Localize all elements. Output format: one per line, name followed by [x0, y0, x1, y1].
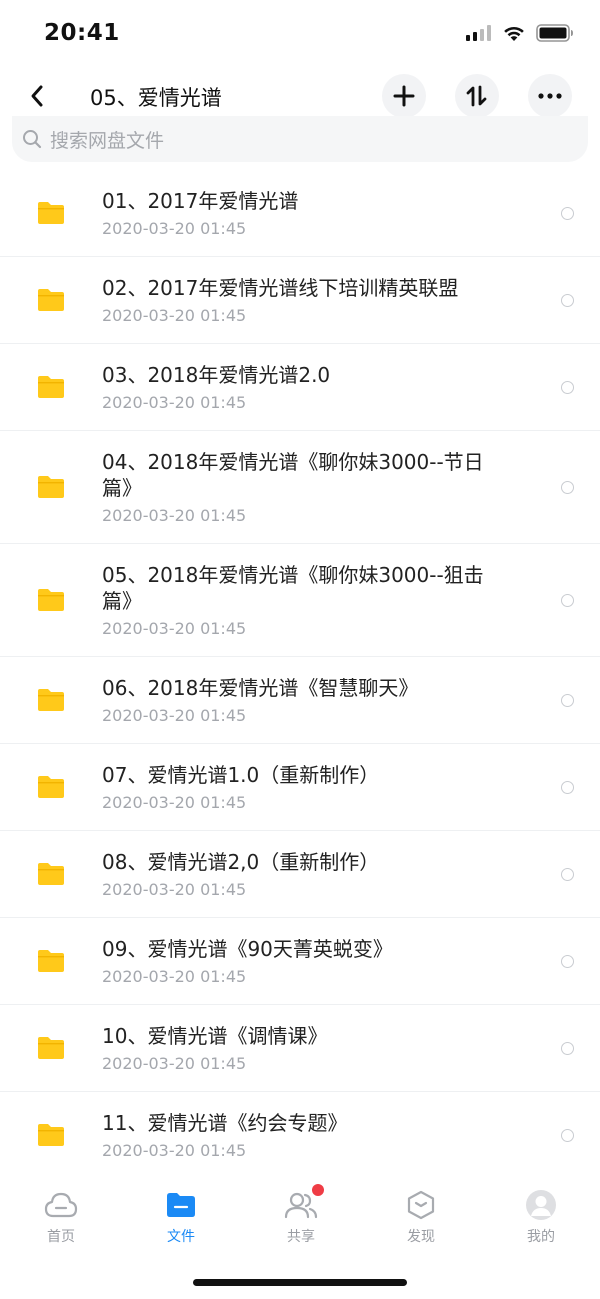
list-item[interactable]: 02、2017年爱情光谱线下培训精英联盟 2020-03-20 01:45: [0, 257, 600, 344]
file-date: 2020-03-20 01:45: [102, 506, 247, 525]
list-item[interactable]: 10、爱情光谱《调情课》 2020-03-20 01:45: [0, 1005, 600, 1092]
select-radio[interactable]: [561, 694, 574, 707]
folder-icon: [38, 776, 64, 798]
cube-icon: [404, 1188, 438, 1222]
tab-label: 我的: [527, 1229, 555, 1245]
file-date: 2020-03-20 01:45: [102, 880, 247, 899]
select-radio[interactable]: [561, 381, 574, 394]
tab-label: 共享: [287, 1229, 315, 1245]
select-radio[interactable]: [561, 1042, 574, 1055]
file-name: 01、2017年爱情光谱: [102, 189, 299, 213]
file-name: 04、2018年爱情光谱《聊你妹3000--节日篇》: [102, 450, 484, 500]
list-item[interactable]: 08、爱情光谱2,0（重新制作） 2020-03-20 01:45: [0, 831, 600, 918]
file-date: 2020-03-20 01:45: [102, 793, 247, 812]
file-name: 05、2018年爱情光谱《聊你妹3000--狙击篇》: [102, 563, 484, 613]
back-button[interactable]: [20, 78, 54, 114]
folder-icon: [38, 289, 64, 311]
list-item[interactable]: 06、2018年爱情光谱《智慧聊天》 2020-03-20 01:45: [0, 657, 600, 744]
tab-discover[interactable]: 发现: [381, 1188, 461, 1250]
file-name: 08、爱情光谱2,0（重新制作）: [102, 850, 380, 874]
status-icons: [466, 24, 574, 42]
people-icon: [284, 1184, 324, 1222]
more-icon: [538, 93, 562, 99]
nav-bar: 05、爱情光谱: [0, 72, 600, 122]
list-item[interactable]: 01、2017年爱情光谱 2020-03-20 01:45: [0, 170, 600, 257]
tab-profile[interactable]: 我的: [501, 1188, 581, 1250]
file-date: 2020-03-20 01:45: [102, 393, 247, 412]
tab-share[interactable]: 共享: [261, 1184, 341, 1250]
tab-files[interactable]: 文件: [141, 1188, 221, 1250]
chevron-left-icon: [31, 85, 43, 107]
list-item[interactable]: 04、2018年爱情光谱《聊你妹3000--节日篇》 2020-03-20 01…: [0, 431, 600, 544]
avatar-icon: [524, 1188, 558, 1222]
list-item[interactable]: 05、2018年爱情光谱《聊你妹3000--狙击篇》 2020-03-20 01…: [0, 544, 600, 657]
select-radio[interactable]: [561, 594, 574, 607]
home-indicator: [193, 1279, 407, 1286]
signal-icon: [466, 25, 491, 41]
file-list: 01、2017年爱情光谱 2020-03-20 01:45 02、2017年爱情…: [0, 170, 600, 1179]
file-date: 2020-03-20 01:45: [102, 706, 247, 725]
folder-icon: [38, 1124, 64, 1146]
search-icon: [23, 130, 42, 149]
plus-icon: [393, 85, 415, 107]
select-radio[interactable]: [561, 868, 574, 881]
search-placeholder: 搜索网盘文件: [50, 129, 165, 152]
select-radio[interactable]: [561, 481, 574, 494]
folder-icon: [38, 376, 64, 398]
more-button[interactable]: [528, 74, 572, 118]
file-name: 03、2018年爱情光谱2.0: [102, 363, 331, 387]
screen: 20:41 05、爱情光谱 搜索网盘文件 01、2017年爱情光谱 2020-0…: [0, 0, 600, 1299]
file-date: 2020-03-20 01:45: [102, 619, 247, 638]
file-date: 2020-03-20 01:45: [102, 1141, 247, 1160]
file-name: 09、爱情光谱《90天菁英蜕变》: [102, 937, 393, 961]
folder-icon: [38, 1037, 64, 1059]
list-item[interactable]: 03、2018年爱情光谱2.0 2020-03-20 01:45: [0, 344, 600, 431]
tab-label: 文件: [167, 1229, 195, 1245]
list-item[interactable]: 07、爱情光谱1.0（重新制作） 2020-03-20 01:45: [0, 744, 600, 831]
file-name: 07、爱情光谱1.0（重新制作）: [102, 763, 380, 787]
search-input[interactable]: 搜索网盘文件: [12, 116, 588, 162]
tab-home[interactable]: 首页: [21, 1188, 101, 1250]
page-title: 05、爱情光谱: [90, 86, 222, 110]
folder-icon: [164, 1188, 198, 1222]
sort-icon: [466, 85, 487, 107]
wifi-icon: [504, 26, 524, 41]
file-name: 11、爱情光谱《约会专题》: [102, 1111, 348, 1135]
select-radio[interactable]: [561, 207, 574, 220]
cloud-icon: [44, 1188, 78, 1222]
list-item[interactable]: 09、爱情光谱《90天菁英蜕变》 2020-03-20 01:45: [0, 918, 600, 1005]
status-bar: 20:41: [0, 0, 600, 70]
select-radio[interactable]: [561, 955, 574, 968]
folder-icon: [38, 476, 64, 498]
battery-icon: [536, 24, 573, 42]
tab-label: 首页: [47, 1229, 75, 1245]
file-name: 02、2017年爱情光谱线下培训精英联盟: [102, 276, 459, 300]
select-radio[interactable]: [561, 781, 574, 794]
sort-button[interactable]: [455, 74, 499, 118]
folder-icon: [38, 950, 64, 972]
file-name: 06、2018年爱情光谱《智慧聊天》: [102, 676, 419, 700]
file-date: 2020-03-20 01:45: [102, 1054, 247, 1073]
folder-icon: [38, 202, 64, 224]
folder-icon: [38, 589, 64, 611]
folder-icon: [38, 863, 64, 885]
select-radio[interactable]: [561, 294, 574, 307]
file-date: 2020-03-20 01:45: [102, 306, 247, 325]
folder-icon: [38, 689, 64, 711]
file-date: 2020-03-20 01:45: [102, 967, 247, 986]
list-item[interactable]: 11、爱情光谱《约会专题》 2020-03-20 01:45: [0, 1092, 600, 1179]
notification-badge: [312, 1184, 324, 1196]
select-radio[interactable]: [561, 1129, 574, 1142]
file-name: 10、爱情光谱《调情课》: [102, 1024, 328, 1048]
tab-label: 发现: [407, 1229, 435, 1245]
add-button[interactable]: [382, 74, 426, 118]
file-date: 2020-03-20 01:45: [102, 219, 247, 238]
status-time: 20:41: [44, 20, 120, 46]
